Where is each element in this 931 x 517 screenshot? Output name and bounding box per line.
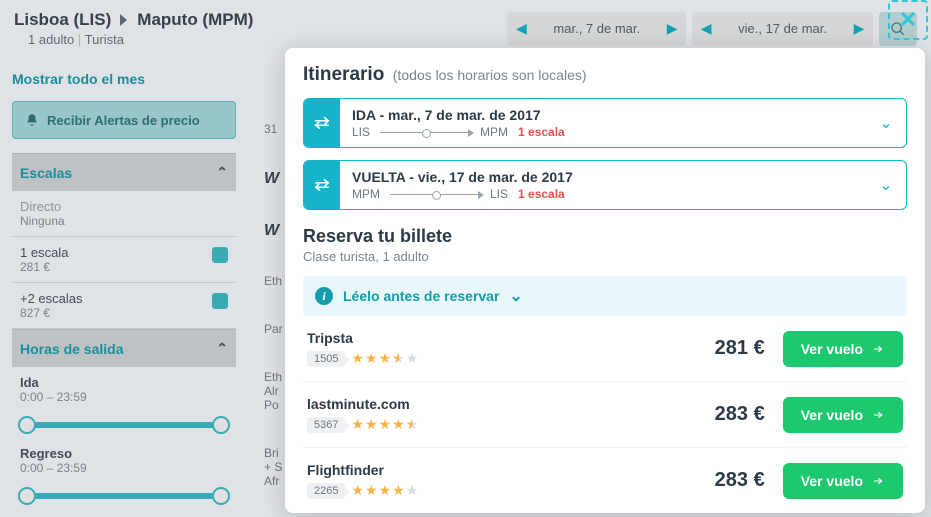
itinerary-panel: ✕ Itinerario (todos los horarios son loc…	[285, 48, 925, 513]
read-before-booking[interactable]: i Léelo antes de reservar ⌄	[303, 276, 907, 316]
return-date-picker[interactable]: ◀ vie., 17 de mar. ▶	[692, 12, 873, 46]
provider-name: Flightfinder	[307, 462, 419, 478]
bell-icon	[25, 112, 39, 128]
chevron-down-icon[interactable]: ⌄	[866, 99, 906, 147]
chevron-up-icon: ⌃	[216, 164, 228, 181]
offer-row: Flightfinder 2265 ★★★★★ 283 € Ver vuelo	[303, 448, 907, 513]
provider-name: lastminute.com	[307, 396, 419, 412]
stops-option-one[interactable]: 1 escala281 €	[12, 237, 236, 283]
offer-row: lastminute.com 5367 ★★★★★★ 283 € Ver vuelo	[303, 382, 907, 448]
price-alert-button[interactable]: Recibir Alertas de precio	[12, 101, 236, 139]
plane-swap-icon	[304, 161, 340, 209]
route-heading: Lisboa (LIS) Maputo (MPM)	[14, 10, 253, 30]
prev-day-icon[interactable]: ◀	[692, 20, 720, 37]
star-rating: ★★★★★★	[351, 350, 419, 367]
star-rating: ★★★★★	[351, 482, 419, 499]
itinerary-subtitle: (todos los horarios son locales)	[393, 67, 587, 83]
chevron-down-icon: ⌄	[509, 286, 522, 306]
offer-price: 281 €	[715, 337, 765, 360]
time-outbound: Ida0:00 – 23:59	[12, 367, 236, 412]
arrow-right-icon	[871, 409, 885, 421]
close-icon: ✕	[899, 7, 917, 33]
review-count: 5367	[307, 417, 345, 433]
checkbox-checked-icon[interactable]	[212, 247, 228, 263]
arrow-right-icon	[871, 475, 885, 487]
route-sub: 1 adulto | Turista	[28, 32, 253, 47]
stops-option-two[interactable]: +2 escalas827 €	[12, 283, 236, 329]
offer-price: 283 €	[715, 469, 765, 492]
arrow-right-icon	[871, 343, 885, 355]
leg-return[interactable]: VUELTA - vie., 17 de mar. de 2017 MPM LI…	[303, 160, 907, 210]
book-subtitle: Clase turista, 1 adulto	[303, 249, 907, 264]
view-flight-button[interactable]: Ver vuelo	[783, 463, 903, 499]
chevron-up-icon: ⌃	[216, 340, 228, 357]
checkbox-checked-icon[interactable]	[212, 293, 228, 309]
next-day-icon[interactable]: ▶	[658, 20, 686, 37]
chevron-right-icon	[119, 13, 129, 27]
times-panel-header[interactable]: Horas de salida⌃	[12, 329, 236, 367]
show-month-link[interactable]: Mostrar todo el mes	[12, 63, 236, 101]
provider-name: Tripsta	[307, 330, 419, 346]
star-rating: ★★★★★★	[351, 416, 419, 433]
stops-panel-header[interactable]: Escalas⌃	[12, 153, 236, 191]
time-slider-outbound[interactable]	[20, 422, 228, 428]
book-title: Reserva tu billete	[303, 226, 907, 247]
review-count: 1505	[307, 351, 345, 367]
outbound-date-picker[interactable]: ◀ mar., 7 de mar. ▶	[507, 12, 686, 46]
close-button[interactable]: ✕	[888, 0, 928, 40]
offer-row: Tripsta 1505 ★★★★★★ 281 € Ver vuelo	[303, 316, 907, 382]
time-return: Regreso0:00 – 23:59	[12, 438, 236, 483]
prev-day-icon[interactable]: ◀	[507, 20, 535, 37]
review-count: 2265	[307, 483, 345, 499]
leg-outbound[interactable]: IDA - mar., 7 de mar. de 2017 LIS MPM 1 …	[303, 98, 907, 148]
view-flight-button[interactable]: Ver vuelo	[783, 331, 903, 367]
plane-swap-icon	[304, 99, 340, 147]
next-day-icon[interactable]: ▶	[845, 20, 873, 37]
view-flight-button[interactable]: Ver vuelo	[783, 397, 903, 433]
time-slider-return[interactable]	[20, 493, 228, 499]
itinerary-title: Itinerario	[303, 64, 384, 85]
info-icon: i	[315, 287, 333, 305]
stops-option-direct[interactable]: DirectoNinguna	[12, 191, 236, 237]
offer-price: 283 €	[715, 403, 765, 426]
chevron-down-icon[interactable]: ⌄	[866, 161, 906, 209]
